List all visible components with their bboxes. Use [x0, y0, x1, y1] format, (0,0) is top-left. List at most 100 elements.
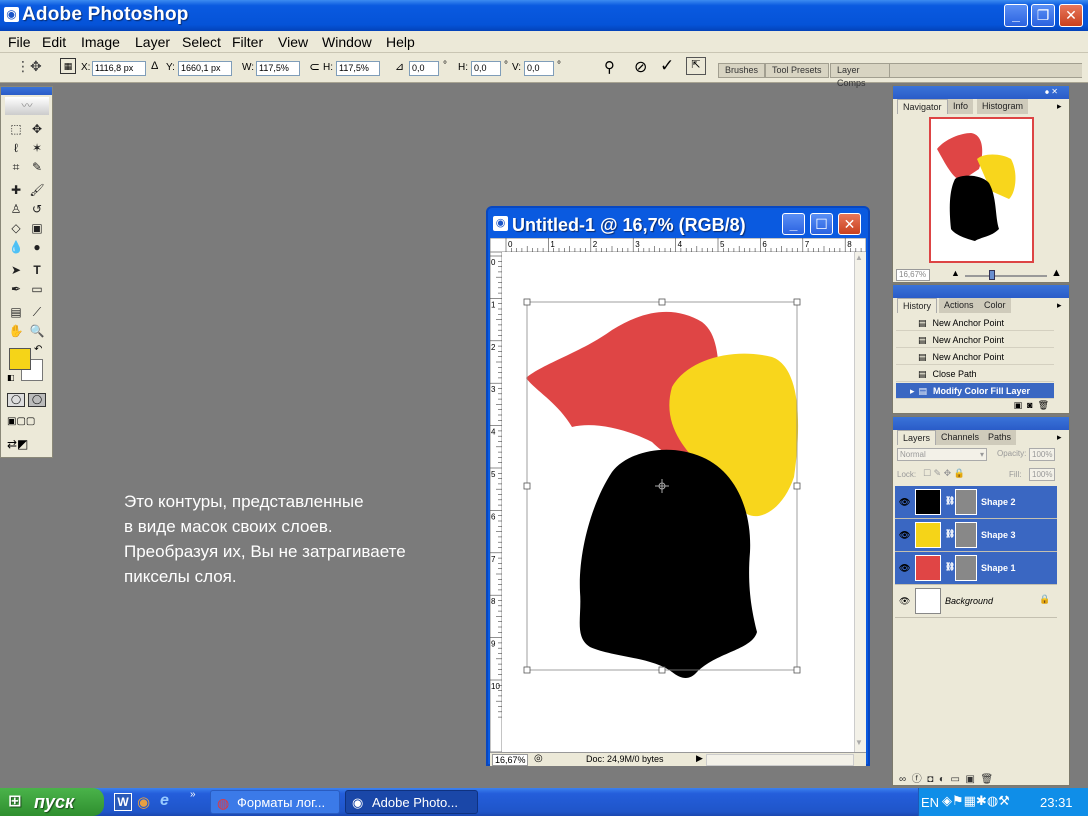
- status-menu-icon[interactable]: ◎: [534, 753, 543, 764]
- zoom-slider-thumb[interactable]: [989, 270, 995, 280]
- stamp-tool-icon[interactable]: ♙: [7, 201, 25, 217]
- new-layer-icon[interactable]: ▣: [966, 774, 975, 785]
- eyedropper-icon[interactable]: ⟋: [28, 304, 46, 320]
- w-input[interactable]: 117,5%: [256, 61, 300, 76]
- default-colors-icon[interactable]: ◧: [7, 373, 15, 382]
- shape-tool-icon[interactable]: ▭: [28, 281, 46, 297]
- type-tool-icon[interactable]: T: [28, 262, 46, 278]
- scrollbar-vertical[interactable]: [854, 252, 866, 752]
- swap-colors-icon[interactable]: ↶: [34, 344, 42, 355]
- quick-launch-more-icon[interactable]: »: [190, 789, 196, 800]
- tab-histogram[interactable]: Histogram: [977, 99, 1029, 114]
- quick-launch-browser-icon[interactable]: ◉: [137, 793, 150, 811]
- navigator-preview[interactable]: [929, 117, 1034, 263]
- new-document-icon[interactable]: ▣: [1014, 400, 1023, 410]
- menu-image[interactable]: Image: [81, 34, 120, 50]
- history-item[interactable]: ▤ New Anchor Point: [896, 349, 1054, 365]
- link-layers-icon[interactable]: ∞: [899, 774, 906, 785]
- vskew-input[interactable]: 0,0: [524, 61, 554, 76]
- eye-icon[interactable]: 👁: [899, 563, 910, 574]
- minimize-button[interactable]: _: [1004, 4, 1028, 27]
- menu-window[interactable]: Window: [322, 34, 372, 50]
- task-photoshop[interactable]: ◉ Adobe Photo...: [345, 790, 478, 814]
- slice-tool-icon[interactable]: ✎: [28, 159, 46, 175]
- tab-history[interactable]: History: [897, 298, 938, 313]
- layer-row[interactable]: 👁 ⛓ Shape 1: [895, 552, 1057, 585]
- tab-color[interactable]: Color: [979, 298, 1011, 313]
- fill-input[interactable]: 100%: [1029, 468, 1055, 481]
- opacity-input[interactable]: 100%: [1029, 448, 1055, 461]
- reference-point-icon[interactable]: ▦: [60, 58, 76, 74]
- well-tab-layer-comps[interactable]: Layer Comps: [830, 63, 890, 88]
- scroll-down-icon[interactable]: ▼: [855, 738, 863, 747]
- x-input[interactable]: 1116,8 px: [92, 61, 146, 76]
- brush-tool-icon[interactable]: 🖌: [28, 182, 46, 198]
- hskew-input[interactable]: 0,0: [471, 61, 501, 76]
- history-item[interactable]: ▤ New Anchor Point: [896, 315, 1054, 331]
- menu-edit[interactable]: Edit: [42, 34, 66, 50]
- panel-menu-icon[interactable]: ▸: [1057, 101, 1062, 112]
- tab-layers[interactable]: Layers: [897, 430, 937, 445]
- doc-maximize-button[interactable]: ☐: [810, 213, 833, 235]
- doc-minimize-button[interactable]: _: [782, 213, 805, 235]
- maximize-button[interactable]: ❐: [1031, 4, 1055, 27]
- screen-mode-icon[interactable]: ▣▢▢: [7, 416, 47, 430]
- add-mask-icon[interactable]: ◘: [927, 774, 933, 785]
- marquee-tool-icon[interactable]: ⬚: [7, 121, 25, 137]
- status-arrow-icon[interactable]: ▶: [696, 753, 703, 764]
- standard-mode-icon[interactable]: ◯: [7, 393, 25, 407]
- zoom-tool-icon[interactable]: 🔍: [28, 323, 46, 339]
- quick-launch-ie-icon[interactable]: e: [160, 792, 169, 810]
- menu-layer[interactable]: Layer: [135, 34, 170, 50]
- gradient-tool-icon[interactable]: ▣: [28, 220, 46, 236]
- blur-tool-icon[interactable]: 💧: [7, 239, 25, 255]
- layer-row[interactable]: 👁 Background 🔒: [895, 585, 1057, 618]
- tab-actions[interactable]: Actions: [939, 298, 979, 313]
- history-brush-icon[interactable]: ↺: [28, 201, 46, 217]
- zoom-out-icon[interactable]: ▲: [951, 268, 960, 278]
- notes-tool-icon[interactable]: ▤: [7, 304, 25, 320]
- tab-info[interactable]: Info: [948, 99, 974, 114]
- panel-menu-icon[interactable]: ▸: [1057, 300, 1062, 311]
- panel-close-icon[interactable]: ⦁ ✕: [1045, 87, 1058, 97]
- link-icon[interactable]: ⊂: [309, 59, 320, 75]
- path-select-icon[interactable]: ➤: [7, 262, 25, 278]
- commit-transform-icon[interactable]: ✓: [660, 56, 674, 76]
- dodge-tool-icon[interactable]: ●: [28, 239, 46, 255]
- eraser-tool-icon[interactable]: ◇: [7, 220, 25, 236]
- delta-icon[interactable]: Δ: [151, 60, 158, 72]
- zoom-slider[interactable]: [965, 275, 1047, 277]
- menu-file[interactable]: File: [8, 34, 31, 50]
- layer-row[interactable]: 👁 ⛓ Shape 2: [895, 486, 1057, 519]
- adjustment-layer-icon[interactable]: ◐: [939, 774, 945, 785]
- y-input[interactable]: 1660,1 px: [178, 61, 232, 76]
- well-tab-tool-presets[interactable]: Tool Presets: [765, 63, 829, 78]
- snapshot-icon[interactable]: ◙: [1027, 400, 1032, 410]
- scroll-up-icon[interactable]: ▲: [855, 253, 863, 262]
- pen-tool-icon[interactable]: ✒: [7, 281, 25, 297]
- h-input[interactable]: 117,5%: [336, 61, 380, 76]
- task-formats[interactable]: ◍ Форматы лог...: [210, 790, 340, 814]
- lock-icons[interactable]: ☐ ✎ ✥ 🔒: [923, 468, 965, 479]
- tab-paths[interactable]: Paths: [983, 430, 1017, 445]
- navigator-zoom-field[interactable]: 16,67%: [896, 269, 930, 281]
- language-indicator[interactable]: EN: [921, 795, 939, 810]
- quick-launch-word-icon[interactable]: W: [114, 793, 132, 811]
- blend-mode-select[interactable]: Normal ▾: [897, 448, 987, 461]
- foreground-color-swatch[interactable]: [9, 348, 31, 370]
- file-browser-icon[interactable]: ⇱: [686, 57, 706, 75]
- eye-icon[interactable]: 👁: [899, 530, 910, 541]
- transform-tool-icon[interactable]: ⋮✥: [16, 58, 42, 75]
- quick-mask-icon[interactable]: ◯: [28, 393, 46, 407]
- trash-icon[interactable]: 🗑: [1038, 400, 1049, 410]
- panel-menu-icon[interactable]: ▸: [1057, 432, 1062, 443]
- history-item[interactable]: ▤ New Anchor Point: [896, 332, 1054, 348]
- warp-icon[interactable]: ⚲: [604, 58, 615, 76]
- menu-filter[interactable]: Filter: [232, 34, 263, 50]
- tab-navigator[interactable]: Navigator: [897, 99, 948, 114]
- doc-zoom-field[interactable]: 16,67%: [492, 754, 528, 766]
- healing-brush-icon[interactable]: ✚: [7, 182, 25, 198]
- angle-input[interactable]: 0,0: [409, 61, 439, 76]
- history-item[interactable]: ▤ Close Path: [896, 366, 1054, 382]
- eye-icon[interactable]: 👁: [899, 497, 910, 508]
